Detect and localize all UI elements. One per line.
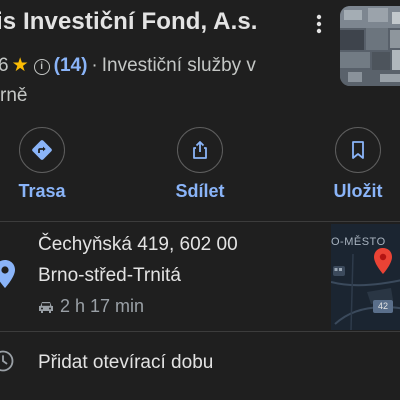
directions-label: Trasa xyxy=(18,181,66,201)
save-button[interactable]: Uložit xyxy=(310,126,400,206)
directions-button[interactable]: Trasa xyxy=(0,126,100,206)
share-icon xyxy=(193,141,207,159)
map-district-label: O-MĚSTO xyxy=(331,236,386,248)
directions-circle[interactable] xyxy=(19,127,65,173)
category-label: Investiční služby v xyxy=(101,55,256,76)
share-button[interactable]: Sdílet xyxy=(150,126,250,206)
star-icon: ★ xyxy=(11,55,29,76)
clock-icon xyxy=(0,350,14,372)
travel-time: 2 h 17 min xyxy=(38,296,144,317)
travel-time-label: 2 h 17 min xyxy=(60,296,145,316)
divider-bottom xyxy=(0,331,400,332)
share-label: Sdílet xyxy=(175,181,225,201)
info-icon[interactable]: i xyxy=(33,59,50,75)
more-options-icon[interactable] xyxy=(314,12,324,36)
share-circle[interactable] xyxy=(177,127,223,173)
map-road-number: 42 xyxy=(377,301,388,311)
bookmark-icon xyxy=(352,141,364,159)
rating-value: 6 xyxy=(0,55,9,76)
separator: · xyxy=(91,55,98,76)
address-line-1: Čechyňská 419, 602 00 xyxy=(38,234,238,255)
add-opening-hours-row[interactable]: Přidat otevírací dobu xyxy=(0,338,400,388)
category-label-continued: rně xyxy=(0,85,28,106)
directions-icon xyxy=(32,140,52,160)
save-label: Uložit xyxy=(333,181,383,201)
save-circle[interactable] xyxy=(335,127,381,173)
car-icon xyxy=(39,301,53,313)
rating-line: 6 ★ i (14) · Investiční služby v xyxy=(0,54,256,77)
review-count-link[interactable]: (14) xyxy=(54,55,88,76)
place-photo-thumbnail[interactable] xyxy=(340,6,400,86)
map-thumbnail[interactable]: O-MĚSTO 42 xyxy=(331,224,400,330)
divider-top xyxy=(0,221,400,222)
place-title: is Investiční Fond, A.s. xyxy=(0,8,258,35)
address-line-2: Brno-střed-Trnitá xyxy=(38,265,181,286)
add-opening-hours-label: Přidat otevírací dobu xyxy=(38,352,214,373)
